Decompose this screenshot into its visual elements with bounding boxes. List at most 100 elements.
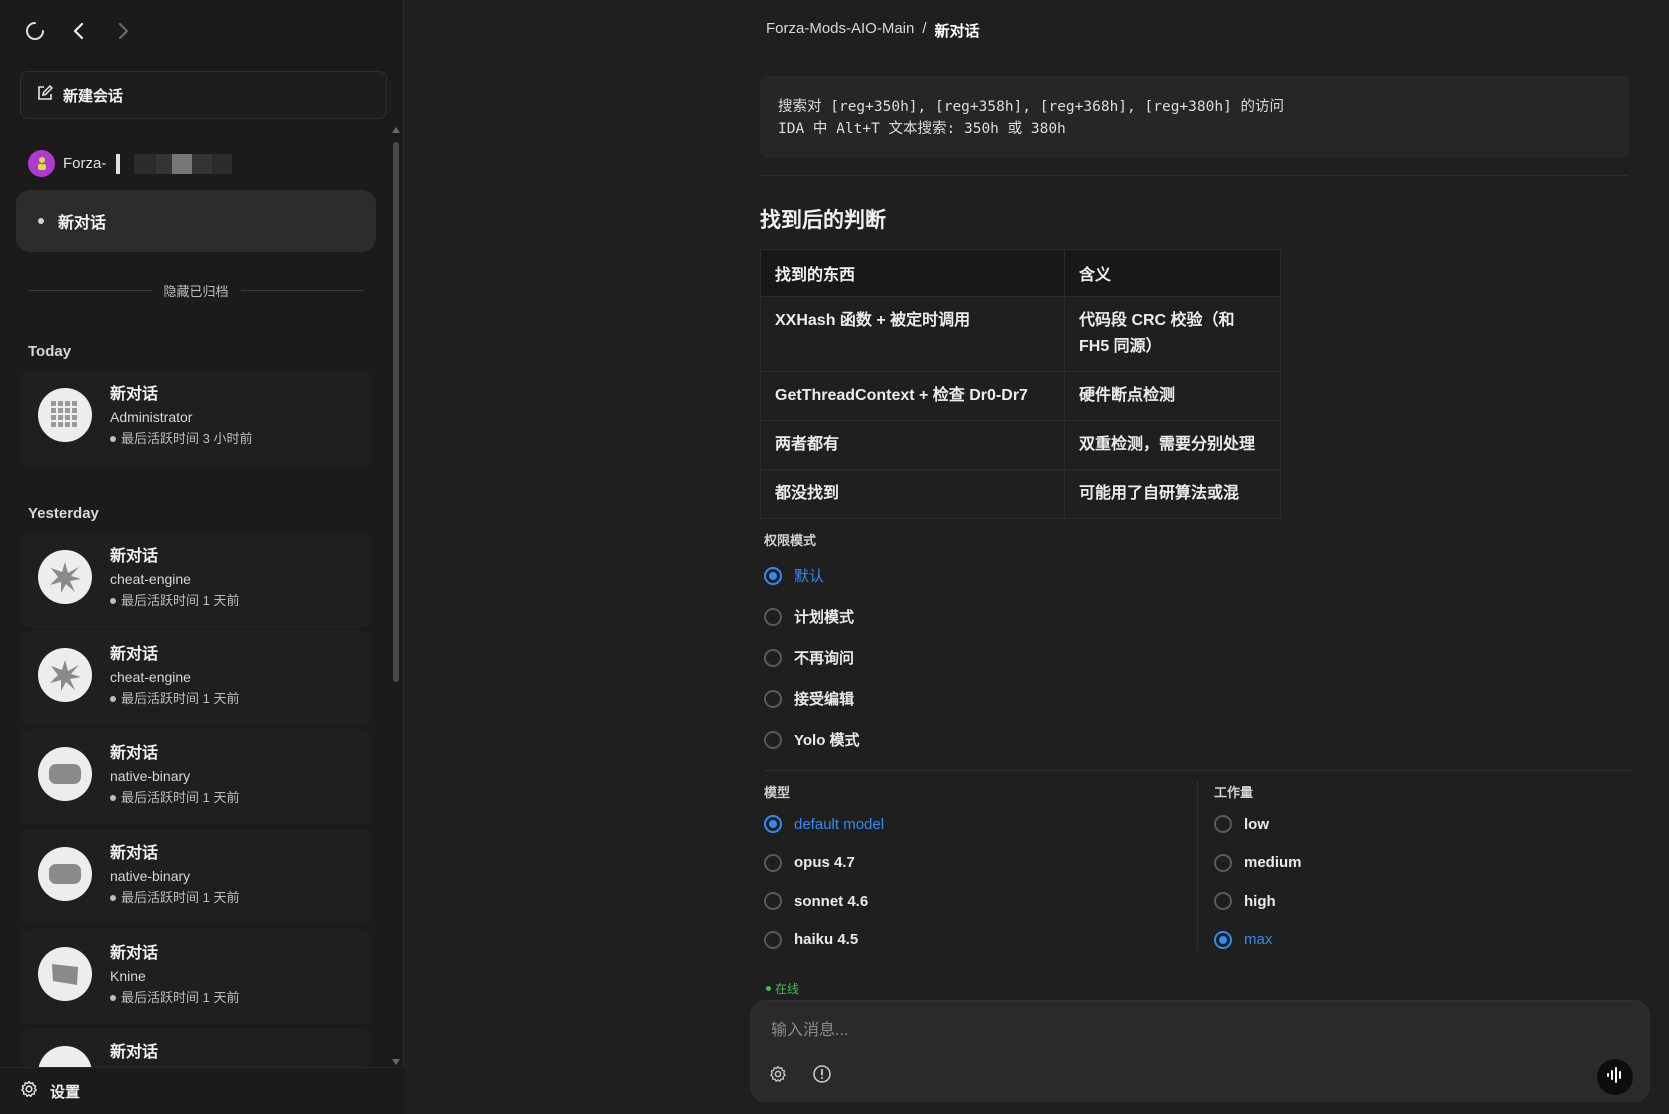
- status-badge: 在线: [766, 980, 799, 997]
- message-input[interactable]: [771, 1017, 1531, 1045]
- conversation-title: 新对话: [110, 548, 159, 565]
- forward-arrow-icon[interactable]: [110, 18, 136, 44]
- table-row: 两者都有 双重检测，需要分别处理: [760, 420, 1281, 470]
- project-avatar: [28, 150, 55, 177]
- table-cell: 都没找到: [760, 469, 1065, 519]
- option-label: 接受编辑: [794, 691, 855, 708]
- settings-label: 设置: [50, 1083, 81, 1101]
- radio-icon[interactable]: [764, 930, 782, 949]
- voice-input-button[interactable]: [1597, 1059, 1633, 1095]
- message-composer: [750, 1000, 1650, 1102]
- conversation-item[interactable]: 新对话 native-binary 最后活跃时间 1 天前: [20, 729, 372, 825]
- breadcrumb-project[interactable]: Forza-Mods-AIO-Main: [766, 20, 914, 41]
- effort-group: 工作量 low medium high max: [1214, 782, 1302, 959]
- active-chat-item[interactable]: 新对话: [16, 190, 376, 252]
- conversation-project: Knine: [110, 968, 146, 984]
- radio-icon[interactable]: [764, 607, 782, 626]
- permission-option-default[interactable]: 默认: [764, 555, 1634, 596]
- new-chat-label: 新建会话: [63, 87, 124, 105]
- tag-icon: [38, 947, 92, 1001]
- model-option-opus[interactable]: opus 4.7: [764, 844, 884, 883]
- radio-icon[interactable]: [764, 853, 782, 872]
- model-option-sonnet[interactable]: sonnet 4.6: [764, 882, 884, 921]
- new-chat-button[interactable]: 新建会话: [20, 71, 387, 119]
- info-icon[interactable]: [811, 1063, 833, 1085]
- conversation-item[interactable]: 新对话 Administrator 最后活跃时间 3 小时前: [20, 370, 372, 466]
- model-option-default[interactable]: default model: [764, 805, 884, 844]
- sidebar: 新建会话 Forza- 新对话 隐藏已归档 Today 新对话 Administ…: [0, 0, 404, 1114]
- effort-option-medium[interactable]: medium: [1214, 844, 1302, 883]
- radio-selected-icon[interactable]: [1214, 930, 1232, 949]
- refresh-icon[interactable]: [22, 18, 48, 44]
- effort-label: 工作量: [1214, 785, 1254, 800]
- permission-option-accept-edits[interactable]: 接受编辑: [764, 678, 1634, 719]
- radio-icon[interactable]: [764, 892, 782, 911]
- findings-table: 找到的东西 含义 XXHash 函数 + 被定时调用 代码段 CRC 校验（和 …: [760, 249, 1281, 519]
- effort-option-high[interactable]: high: [1214, 882, 1302, 921]
- model-label: 模型: [764, 785, 791, 800]
- conversation-meta: 最后活跃时间 1 天前: [110, 987, 239, 1009]
- conversation-title: 新对话: [110, 646, 159, 663]
- table-cell: 代码段 CRC 校验（和 FH5 同源）: [1064, 296, 1281, 372]
- effort-option-low[interactable]: low: [1214, 805, 1302, 844]
- permission-mode-group: 权限模式 默认 计划模式 不再询问 接受编辑 Yolo 模式: [764, 530, 1634, 760]
- conversation-project: cheat-engine: [110, 669, 191, 685]
- permission-mode-label: 权限模式: [764, 533, 817, 548]
- permission-option-plan[interactable]: 计划模式: [764, 596, 1634, 637]
- conversation-title: 新对话: [110, 845, 159, 862]
- table-header-row: 找到的东西 含义: [760, 249, 1281, 297]
- sidebar-scrollbar[interactable]: [392, 126, 400, 1066]
- conversation-item[interactable]: 新对话 Knine 最后活跃时间 1 天前: [20, 929, 372, 1025]
- radio-selected-icon[interactable]: [764, 566, 782, 585]
- model-option-haiku[interactable]: haiku 4.5: [764, 921, 884, 960]
- radio-icon[interactable]: [764, 648, 782, 667]
- conversation-item[interactable]: 新对话 cheat-engine 最后活跃时间 1 天前: [20, 630, 372, 726]
- table-cell: 双重检测，需要分别处理: [1064, 420, 1281, 470]
- option-label: opus 4.7: [794, 854, 855, 872]
- project-selector[interactable]: Forza-: [28, 150, 233, 177]
- table-cell: 两者都有: [760, 420, 1065, 470]
- option-label: 不再询问: [794, 650, 855, 667]
- settings-button[interactable]: 设置: [0, 1067, 404, 1114]
- option-label: 计划模式: [794, 609, 855, 626]
- radio-selected-icon[interactable]: [764, 815, 782, 834]
- table-cell: GetThreadContext + 检查 Dr0-Dr7: [760, 371, 1065, 421]
- breadcrumb: Forza-Mods-AIO-Main / 新对话: [766, 20, 980, 41]
- status-text: 在线: [775, 982, 800, 996]
- divider: [28, 290, 152, 291]
- conversation-item[interactable]: 新对话 cheat-engine 最后活跃时间 1 天前: [20, 532, 372, 628]
- conversation-item[interactable]: 新对话 native-binary 最后活跃时间 1 天前: [20, 829, 372, 925]
- project-name: Forza-: [63, 155, 107, 172]
- effort-option-max[interactable]: max: [1214, 921, 1302, 960]
- conversation-title: 新对话: [110, 945, 159, 962]
- radio-icon[interactable]: [1214, 815, 1232, 834]
- option-label: high: [1244, 892, 1276, 910]
- radio-icon[interactable]: [1214, 853, 1232, 872]
- conversation-title: 新对话: [110, 745, 159, 762]
- radio-icon[interactable]: [764, 689, 782, 708]
- table-row: XXHash 函数 + 被定时调用 代码段 CRC 校验（和 FH5 同源）: [760, 296, 1281, 372]
- permission-option-yolo[interactable]: Yolo 模式: [764, 719, 1634, 760]
- permission-option-never-ask[interactable]: 不再询问: [764, 637, 1634, 678]
- option-label: medium: [1244, 854, 1302, 872]
- nav-controls: [22, 18, 136, 44]
- conversation-meta: 最后活跃时间 1 天前: [110, 787, 239, 809]
- option-label: default model: [794, 815, 885, 833]
- table-cell: 硬件断点检测: [1064, 371, 1281, 421]
- grid-icon: [38, 388, 92, 442]
- archive-toggle[interactable]: 隐藏已归档: [28, 281, 365, 300]
- table-cell: XXHash 函数 + 被定时调用: [760, 296, 1065, 372]
- scroll-thumb[interactable]: [393, 142, 399, 682]
- table-header: 找到的东西: [760, 249, 1065, 297]
- radio-icon[interactable]: [764, 730, 782, 749]
- radio-icon[interactable]: [1214, 892, 1232, 911]
- back-arrow-icon[interactable]: [66, 18, 92, 44]
- conversation-item[interactable]: 新对话: [20, 1028, 372, 1067]
- chat-main: Forza-Mods-AIO-Main / 新对话 搜索对 [reg+350h]…: [405, 0, 1669, 1114]
- option-label: haiku 4.5: [794, 931, 859, 949]
- scroll-up-icon: [392, 127, 400, 133]
- gear-icon[interactable]: [767, 1063, 789, 1085]
- table-cell: 可能用了自研算法或混: [1064, 469, 1281, 519]
- conversation-title: 新对话: [110, 1044, 159, 1061]
- starburst-icon: [38, 550, 92, 604]
